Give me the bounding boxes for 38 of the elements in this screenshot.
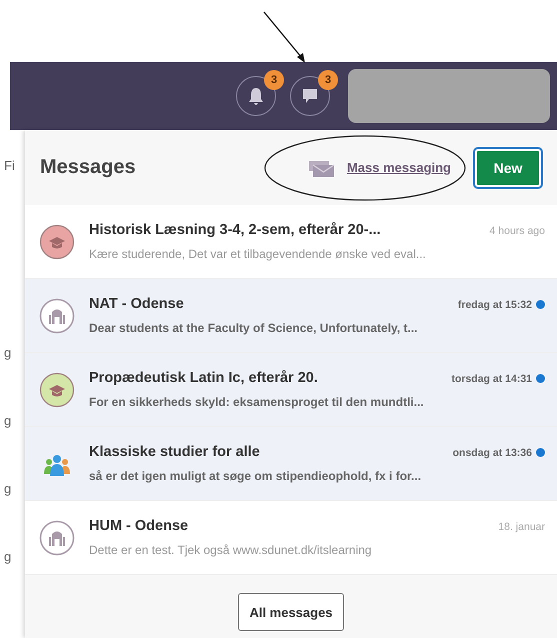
message-item[interactable]: Klassiske studier for alle onsdag at 13:36 så er det igen muligt at søge om stipendieophold, fx i for...	[25, 427, 557, 501]
message-item[interactable]: Historisk Læsning 3-4, 2-sem, efterår 20-... 4 hours ago Kære studerende, Det var et tilbagevendende ønske ved eval...	[25, 205, 557, 279]
message-title: NAT - Odense	[89, 296, 185, 312]
message-title: Historisk Læsning 3-4, 2-sem, efterår 20-...	[89, 222, 382, 238]
panel-title: Messages	[40, 156, 137, 179]
message-time: torsdag at 14:31	[451, 373, 532, 385]
building-icon	[39, 520, 75, 556]
bell-icon	[246, 86, 266, 106]
message-time: 18. januar	[498, 521, 545, 533]
background-text: g	[3, 413, 12, 430]
message-time: 4 hours ago	[490, 225, 545, 237]
message-title: HUM - Odense	[89, 518, 190, 534]
unread-dot	[536, 300, 545, 308]
message-preview: Dette er en test. Tjek også www.sdunet.dk/itslearning	[89, 543, 373, 557]
new-button[interactable]: New	[475, 148, 541, 186]
all-messages-button[interactable]: All messages	[238, 593, 344, 631]
background-text: g	[3, 345, 12, 362]
message-time: fredag at 15:32	[458, 299, 532, 311]
unread-dot	[536, 374, 545, 382]
unread-dot	[536, 448, 545, 456]
mass-messaging-link[interactable]: Mass messaging	[306, 156, 451, 178]
message-item[interactable]: NAT - Odense fredag at 15:32 Dear students at the Faculty of Science, Unfortunately, t...	[25, 279, 557, 353]
message-preview: Kære studerende, Det var et tilbagevendende ønske ved eval...	[89, 247, 427, 261]
message-count: 3	[318, 70, 338, 90]
background-text: g	[3, 481, 12, 498]
annotation-arrow	[264, 12, 305, 63]
message-title: Propædeutisk Latin Ic, efterår 20.	[89, 370, 319, 386]
message-title: Klassiske studier for alle	[89, 444, 261, 460]
message-item[interactable]: Propædeutisk Latin Ic, efterår 20. torsdag at 14:31 For en sikkerheds skyld: eksamensproget til den mundtli...	[25, 353, 557, 427]
message-preview: så er det igen muligt at søge om stipendieophold, fx i for...	[89, 469, 422, 483]
message-item[interactable]: HUM - Odense 18. januar Dette er en test. Tjek også www.sdunet.dk/itslearning	[25, 501, 557, 575]
background-text: g	[3, 549, 12, 566]
message-preview: Dear students at the Faculty of Science, Unfortunately, t...	[89, 321, 419, 335]
notification-count: 3	[264, 70, 284, 90]
background-text: Fi	[3, 158, 16, 175]
building-icon	[39, 298, 75, 334]
message-preview: For en sikkerheds skyld: eksamensproget til den mundtli...	[89, 395, 425, 409]
message-time: onsdag at 13:36	[452, 447, 532, 459]
